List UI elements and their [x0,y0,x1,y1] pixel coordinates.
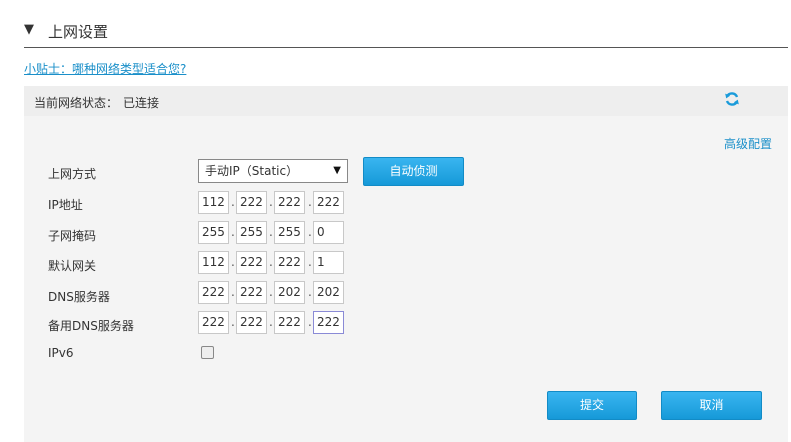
dns-label: DNS服务器 [48,290,110,304]
gateway-octet-4[interactable]: 1 [313,251,344,274]
ipv6-checkbox[interactable] [201,346,214,359]
gateway-label: 默认网关 [48,259,97,273]
backup-dns-octet-2[interactable]: 222 [236,311,267,334]
connection-mode-select[interactable]: 手动IP（Static） ▼ [198,159,348,183]
network-status-bar: 当前网络状态： 已连接 [24,86,788,116]
mask-octet-1[interactable]: 255 [198,221,229,244]
backup-dns-octet-1[interactable]: 222 [198,311,229,334]
mask-octet-3[interactable]: 255 [274,221,305,244]
section-header: ▼ 上网设置 [24,20,788,48]
dns-octet-3[interactable]: 202 [274,281,305,304]
backup-dns-octet-3[interactable]: 222 [274,311,305,334]
ip-octet-1[interactable]: 112 [198,191,229,214]
cancel-button[interactable]: 取消 [661,391,762,420]
subnet-mask-label: 子网掩码 [48,229,97,243]
page-title: 上网设置 [48,23,109,41]
dns-octet-2[interactable]: 222 [236,281,267,304]
submit-button[interactable]: 提交 [547,391,637,420]
ipv6-label: IPv6 [48,346,74,360]
connection-mode-value: 手动IP（Static） [205,164,299,178]
connection-mode-label: 上网方式 [48,167,97,181]
advanced-config-link[interactable]: 高级配置 [724,135,772,152]
gateway-octet-3[interactable]: 222 [274,251,305,274]
status-value: 已连接 [123,96,160,110]
ip-octet-2[interactable]: 222 [236,191,267,214]
dns-octet-1[interactable]: 222 [198,281,229,304]
collapse-triangle-icon[interactable]: ▼ [24,22,34,37]
refresh-icon[interactable] [724,91,740,107]
gateway-octet-2[interactable]: 222 [236,251,267,274]
mask-octet-2[interactable]: 255 [236,221,267,244]
backup-dns-octet-4[interactable]: 222 [313,311,344,334]
backup-dns-label: 备用DNS服务器 [48,319,134,333]
mask-octet-4[interactable]: 0 [313,221,344,244]
ip-octet-3[interactable]: 222 [274,191,305,214]
ip-octet-4[interactable]: 222 [313,191,344,214]
dns-octet-4[interactable]: 202 [313,281,344,304]
chevron-down-icon: ▼ [333,165,341,176]
gateway-octet-1[interactable]: 112 [198,251,229,274]
status-label: 当前网络状态： [34,96,119,110]
ip-address-label: IP地址 [48,198,83,212]
auto-detect-button[interactable]: 自动侦测 [363,157,464,186]
settings-panel: 高级配置 上网方式 手动IP（Static） ▼ 自动侦测 IP地址 112 .… [24,116,788,442]
network-type-tip-link[interactable]: 小贴士：哪种网络类型适合您? [24,60,186,77]
